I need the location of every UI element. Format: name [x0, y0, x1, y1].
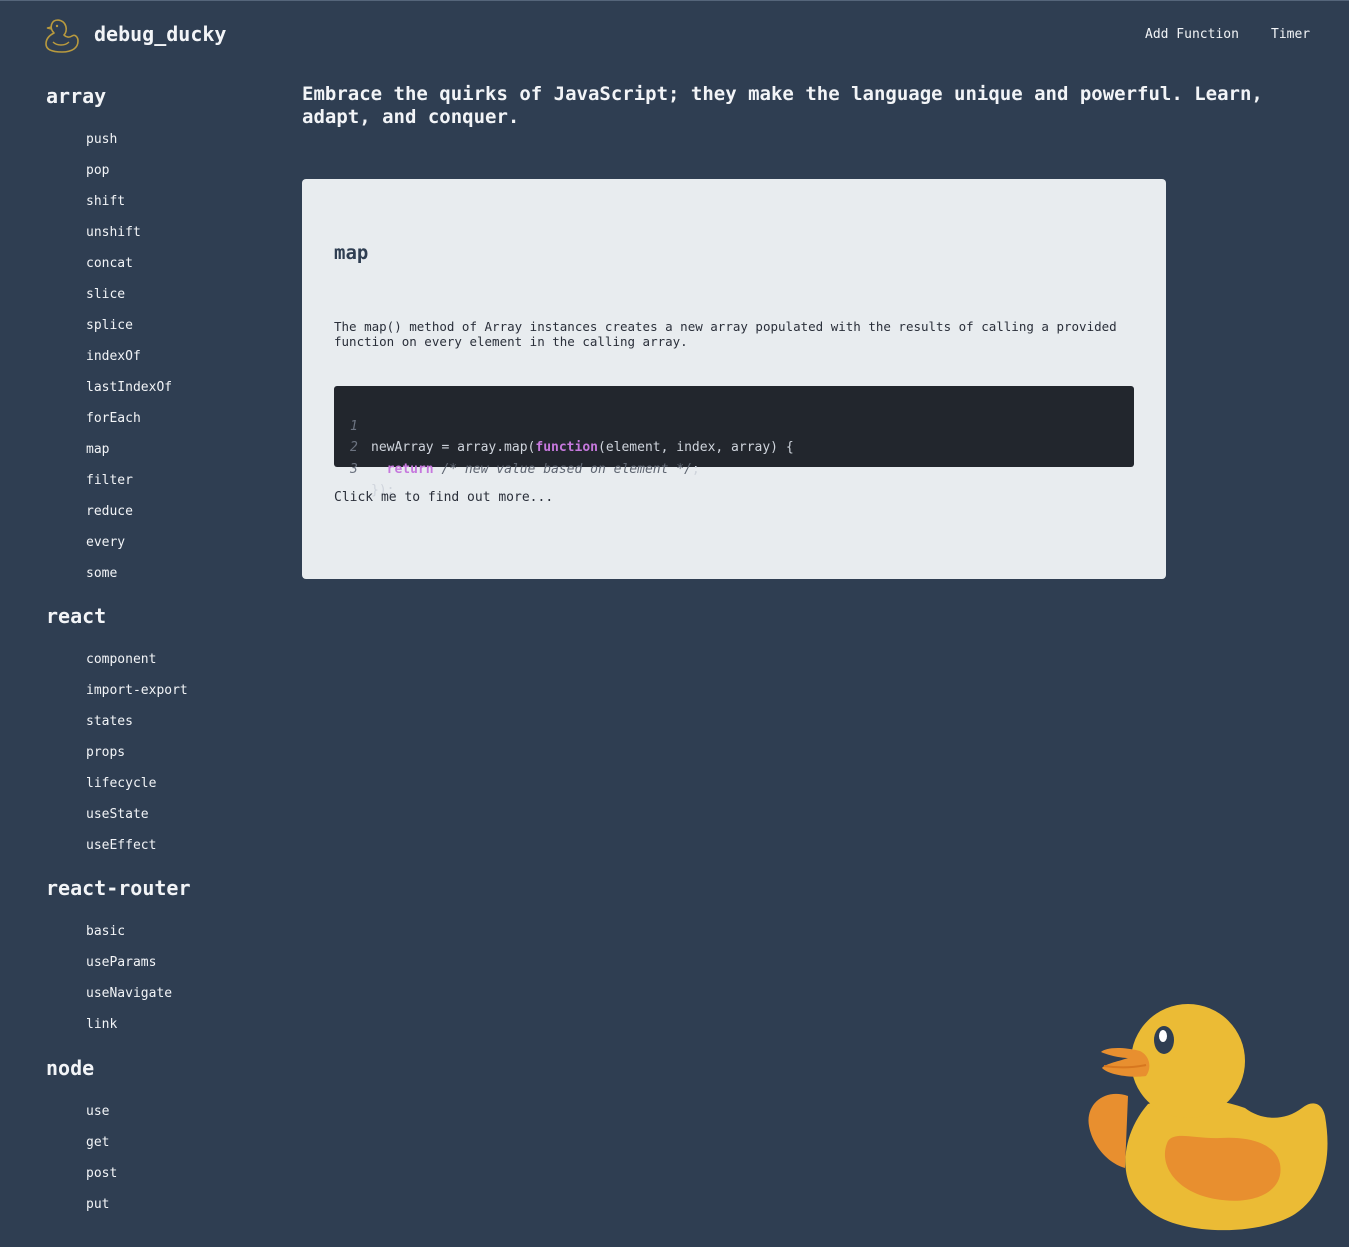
- sidebar-item-splice[interactable]: splice: [86, 318, 133, 333]
- sidebar-item-reduce[interactable]: reduce: [86, 504, 133, 519]
- sidebar-item-basic[interactable]: basic: [86, 924, 125, 939]
- sidebar-item-link[interactable]: link: [86, 1017, 117, 1032]
- code-line: 2 return /* new value based on element *…: [334, 416, 1134, 477]
- sidebar-item-map[interactable]: map: [86, 442, 109, 457]
- sidebar-item-push[interactable]: push: [86, 132, 117, 147]
- sidebar-item-useparams[interactable]: useParams: [86, 955, 156, 970]
- sidebar-item-concat[interactable]: concat: [86, 256, 133, 271]
- code-line: 1 newArray = array.map(function(element,…: [334, 394, 1134, 456]
- sidebar-item-some[interactable]: some: [86, 566, 117, 581]
- sidebar-item-filter[interactable]: filter: [86, 473, 133, 488]
- sidebar-item-shift[interactable]: shift: [86, 194, 125, 209]
- function-card: map The map() method of Array instances …: [302, 179, 1166, 579]
- sidebar-item-post[interactable]: post: [86, 1166, 117, 1181]
- sidebar-item-slice[interactable]: slice: [86, 287, 125, 302]
- code-block: 1 newArray = array.map(function(element,…: [334, 386, 1134, 499]
- code-text: ;: [691, 461, 700, 477]
- sidebar-item-get[interactable]: get: [86, 1135, 109, 1150]
- sidebar-heading-react-router[interactable]: react-router: [46, 876, 191, 900]
- sidebar-item-usestate[interactable]: useState: [86, 807, 149, 822]
- function-description: The map() method of Array instances crea…: [334, 319, 1117, 349]
- sidebar-item-unshift[interactable]: unshift: [86, 225, 141, 240]
- code-comment: /* new value based on element */: [441, 461, 692, 477]
- code-line: 3 });: [334, 437, 1134, 499]
- sidebar-item-lastindexof[interactable]: lastIndexOf: [86, 380, 172, 395]
- sidebar-item-states[interactable]: states: [86, 714, 133, 729]
- sidebar-item-usenavigate[interactable]: useNavigate: [86, 986, 172, 1001]
- sidebar-item-use[interactable]: use: [86, 1104, 109, 1119]
- sidebar-heading-node[interactable]: node: [46, 1056, 94, 1080]
- sidebar-item-useeffect[interactable]: useEffect: [86, 838, 156, 853]
- sidebar-item-foreach[interactable]: forEach: [86, 411, 141, 426]
- nav-add-function[interactable]: Add Function: [1145, 27, 1239, 42]
- function-title: map: [334, 242, 369, 264]
- sidebar-item-props[interactable]: props: [86, 745, 125, 760]
- sidebar-heading-array[interactable]: array: [46, 84, 106, 108]
- rubber-duck-icon: [1088, 1004, 1328, 1231]
- sidebar-item-import-export[interactable]: import-export: [86, 683, 188, 698]
- tagline: Embrace the quirks of JavaScript; they m…: [302, 83, 1263, 128]
- sidebar-heading-react[interactable]: react: [46, 604, 106, 628]
- find-out-more-link[interactable]: Click me to find out more...: [334, 490, 553, 505]
- nav-timer[interactable]: Timer: [1271, 27, 1310, 42]
- sidebar: array push pop shift unshift concat slic…: [0, 1, 280, 1247]
- sidebar-item-every[interactable]: every: [86, 535, 125, 550]
- line-number: 3: [350, 461, 358, 477]
- sidebar-item-indexof[interactable]: indexOf: [86, 349, 141, 364]
- sidebar-item-component[interactable]: component: [86, 652, 156, 667]
- sidebar-item-pop[interactable]: pop: [86, 163, 109, 178]
- sidebar-item-put[interactable]: put: [86, 1197, 109, 1212]
- sidebar-item-lifecycle[interactable]: lifecycle: [86, 776, 156, 791]
